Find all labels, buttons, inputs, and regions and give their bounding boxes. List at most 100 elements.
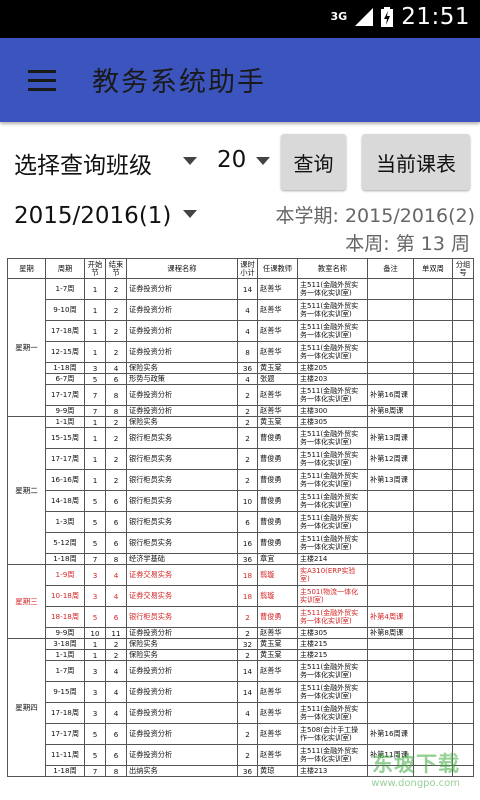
column-header: 课程名称 <box>126 258 238 279</box>
period-cell: 1-9周 <box>45 564 85 586</box>
room-cell: 实A310(ERP实验室) <box>297 564 368 586</box>
current-schedule-button[interactable]: 当前课表 <box>362 134 470 190</box>
hours-cell: 2 <box>237 469 258 491</box>
note-cell <box>367 511 414 533</box>
course-cell: 保险实务 <box>126 416 238 428</box>
hours-cell: 4 <box>237 373 258 385</box>
period-cell: 1-1周 <box>45 649 85 661</box>
hours-cell: 4 <box>237 299 258 321</box>
group-cell <box>452 660 474 682</box>
day-cell: 星期三 <box>7 564 46 639</box>
teacher-cell: 曹俊勇 <box>257 490 298 512</box>
room-cell: 主楼215 <box>297 649 368 661</box>
table-row: 1-18周 3 4 保险实务 36 黄玉棠 主楼205 <box>8 362 474 374</box>
hours-cell: 2 <box>237 627 258 639</box>
table-row: 17-18周 1 2 证券投资分析 4 赵善华 主511(金融外贸实务一体化实训室) <box>8 320 474 342</box>
day-cell: 星期一 <box>7 278 46 417</box>
period-cell: 17-17周 <box>45 384 85 406</box>
column-header: 星期 <box>7 258 46 279</box>
group-cell <box>452 532 474 554</box>
class-select-spinner[interactable]: 选择查询班级 <box>14 146 152 180</box>
start-cell: 1 <box>84 341 106 363</box>
room-cell: 主楼305 <box>297 627 368 639</box>
table-row: 1-18周 7 8 经济学基础 36 章宜 主楼214 <box>8 553 474 565</box>
chevron-down-icon[interactable] <box>256 157 270 165</box>
menu-icon[interactable] <box>28 70 56 92</box>
group-cell <box>452 427 474 449</box>
watermark-title: 东坡下载 <box>372 752 460 776</box>
group-cell <box>452 320 474 342</box>
hours-cell: 2 <box>237 416 258 428</box>
group-cell <box>452 362 474 374</box>
start-cell: 1 <box>84 320 106 342</box>
chevron-down-icon[interactable] <box>183 157 197 165</box>
table-row: 10-18周 3 4 证券交易实务 18 翦璇 主501(物流一体化实训室) <box>8 585 474 607</box>
schedule-table: 星期 周期 开始节 结束节 课程名称 课时小计 任课教师 教室名称 备注 单双周… <box>7 258 474 777</box>
period-cell: 17-18周 <box>45 702 85 724</box>
room-cell: 主511(金融外贸实务一体化实训室) <box>297 511 368 533</box>
end-cell: 2 <box>105 427 127 449</box>
week-parity-cell <box>413 649 453 661</box>
end-cell: 8 <box>105 553 127 565</box>
end-cell: 2 <box>105 638 127 650</box>
room-cell: 主511(金融外贸实务一体化实训室) <box>297 744 368 766</box>
teacher-cell: 曹俊勇 <box>257 606 298 628</box>
teacher-cell: 黄玉棠 <box>257 638 298 650</box>
course-cell: 银行柜员实务 <box>126 511 238 533</box>
term-spinner[interactable]: 2015/2016(1) <box>14 203 171 229</box>
count-spinner[interactable]: 20 <box>217 147 246 173</box>
room-cell: 主511(金融外贸实务一体化实训室) <box>297 427 368 449</box>
end-cell: 6 <box>105 373 127 385</box>
hours-cell: 2 <box>237 448 258 470</box>
status-bar: 3G 21:51 <box>0 0 480 38</box>
teacher-cell: 赵善华 <box>257 744 298 766</box>
start-cell: 5 <box>84 744 106 766</box>
hours-cell: 10 <box>237 490 258 512</box>
note-cell <box>367 660 414 682</box>
app-bar: 教务系统助手 <box>0 38 480 122</box>
week-parity-cell <box>413 416 453 428</box>
room-cell: 主511(金融外贸实务一体化实训室) <box>297 278 368 300</box>
course-cell: 银行柜员实务 <box>126 448 238 470</box>
teacher-cell: 曹俊勇 <box>257 511 298 533</box>
column-header: 课时小计 <box>237 258 258 279</box>
chevron-down-icon[interactable] <box>183 210 197 218</box>
start-cell: 7 <box>84 553 106 565</box>
table-row: 17-17周 1 2 银行柜员实务 2 曹俊勇 主511(金融外贸实务一体化实训室) 补第12… <box>8 448 474 470</box>
teacher-cell: 章宜 <box>257 553 298 565</box>
course-cell: 银行柜员实务 <box>126 427 238 449</box>
note-cell <box>367 299 414 321</box>
table-row: 5-12周 5 6 银行柜员实务 16 曹俊勇 主511(金融外贸实务一体化实训室) <box>8 532 474 554</box>
hours-cell: 14 <box>237 278 258 300</box>
teacher-cell: 赵善华 <box>257 320 298 342</box>
period-cell: 9-9周 <box>45 627 85 639</box>
period-cell: 9-15周 <box>45 681 85 703</box>
period-cell: 9-9周 <box>45 405 85 417</box>
table-row: 星期四 3-18周 1 2 保险实务 32 黄玉棠 主楼215 <box>7 638 474 777</box>
week-parity-cell <box>413 723 453 745</box>
group-cell <box>452 585 474 607</box>
week-parity-cell <box>413 532 453 554</box>
query-button[interactable]: 查询 <box>281 134 346 190</box>
day-cell: 星期二 <box>7 416 46 565</box>
end-cell: 2 <box>105 416 127 428</box>
group-cell <box>452 627 474 639</box>
hours-cell: 36 <box>237 765 258 777</box>
note-cell <box>367 320 414 342</box>
week-parity-cell <box>413 384 453 406</box>
start-cell: 1 <box>84 649 106 661</box>
note-cell <box>367 362 414 374</box>
table-row: 18-18周 5 6 银行柜员实务 2 曹俊勇 主511(金融外贸实务一体化实训室) 补第4周… <box>8 606 474 628</box>
room-cell: 主楼300 <box>297 405 368 417</box>
room-cell: 主楼215 <box>297 638 368 650</box>
start-cell: 3 <box>84 362 106 374</box>
column-header: 单双周 <box>413 258 453 279</box>
week-parity-cell <box>413 490 453 512</box>
hours-cell: 2 <box>237 384 258 406</box>
start-cell: 3 <box>84 681 106 703</box>
table-row: 9-15周 3 4 证券投资分析 14 赵善华 主511(金融外贸实务一体化实训室) <box>8 681 474 703</box>
room-cell: 主楼305 <box>297 416 368 428</box>
table-row: 9-9周 7 8 证券投资分析 2 赵善华 主楼300 补第8周课 <box>8 405 474 417</box>
room-cell: 主楼213 <box>297 765 368 777</box>
start-cell: 3 <box>84 660 106 682</box>
